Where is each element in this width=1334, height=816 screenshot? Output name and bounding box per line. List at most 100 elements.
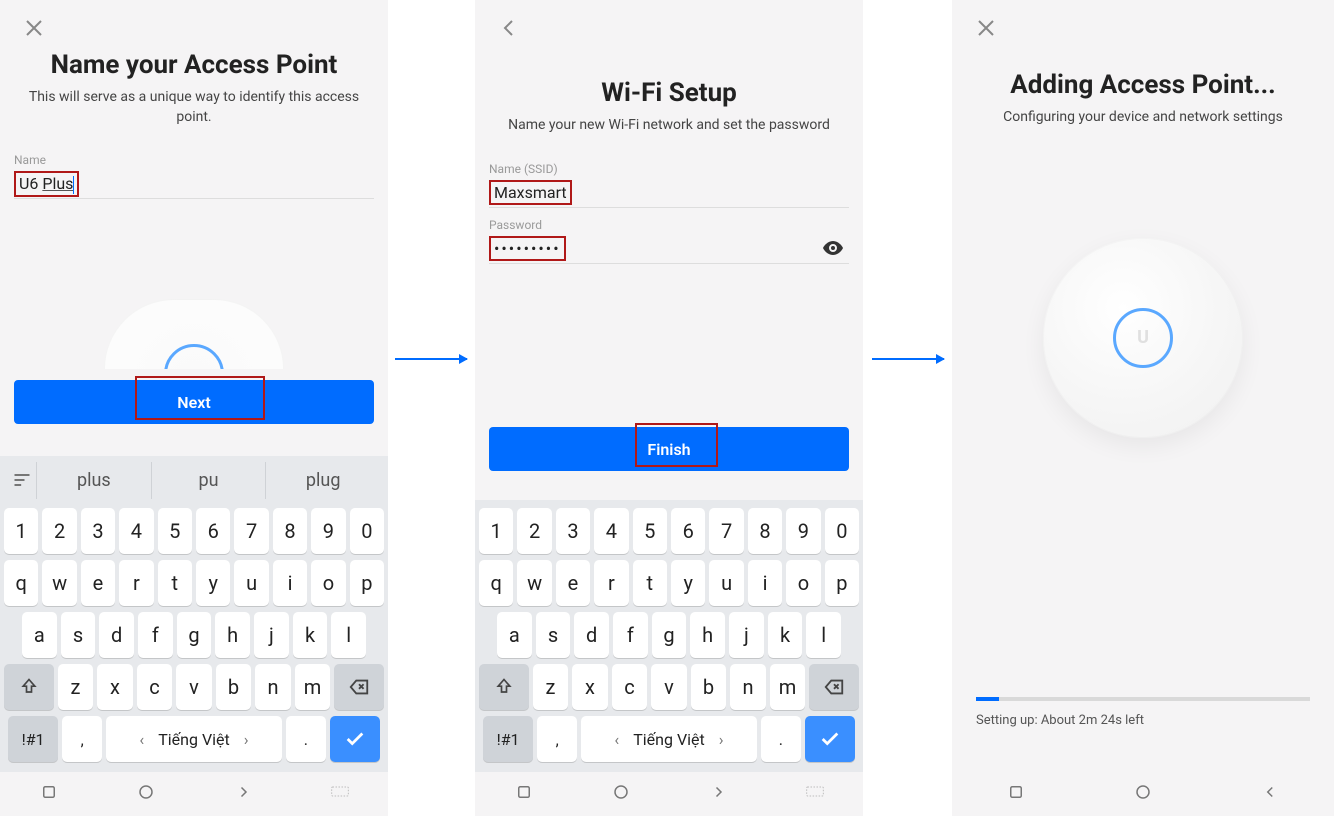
key-p[interactable]: p xyxy=(350,560,384,606)
key-5[interactable]: 5 xyxy=(158,508,192,554)
key-w[interactable]: w xyxy=(42,560,76,606)
password-input[interactable]: ••••••••• xyxy=(489,234,849,264)
key-t[interactable]: t xyxy=(158,560,192,606)
key-n[interactable]: n xyxy=(730,664,766,710)
key-c[interactable]: c xyxy=(612,664,648,710)
period-key[interactable]: . xyxy=(286,716,326,762)
nav-keyboard-icon[interactable] xyxy=(331,785,349,804)
key-5[interactable]: 5 xyxy=(633,508,667,554)
key-x[interactable]: x xyxy=(572,664,608,710)
nav-back-icon[interactable] xyxy=(709,783,727,805)
nav-recent-icon[interactable] xyxy=(40,783,58,805)
key-w[interactable]: w xyxy=(517,560,551,606)
key-k[interactable]: k xyxy=(293,612,328,658)
key-t[interactable]: t xyxy=(633,560,667,606)
comma-key[interactable]: , xyxy=(537,716,577,762)
close-icon[interactable] xyxy=(22,16,46,40)
key-i[interactable]: i xyxy=(273,560,307,606)
name-input[interactable]: U6 Plus xyxy=(14,169,374,199)
nav-home-icon[interactable] xyxy=(612,783,630,805)
suggestion-1[interactable]: plus xyxy=(36,462,151,499)
key-9[interactable]: 9 xyxy=(786,508,820,554)
nav-home-icon[interactable] xyxy=(1134,783,1152,805)
backspace-key[interactable] xyxy=(334,664,384,710)
back-icon[interactable] xyxy=(497,16,521,40)
comma-key[interactable]: , xyxy=(62,716,102,762)
key-d[interactable]: d xyxy=(99,612,134,658)
key-2[interactable]: 2 xyxy=(517,508,551,554)
key-b[interactable]: b xyxy=(216,664,252,710)
space-key[interactable]: ‹ Tiếng Việt › xyxy=(581,716,757,762)
key-n[interactable]: n xyxy=(255,664,291,710)
key-1[interactable]: 1 xyxy=(4,508,38,554)
key-r[interactable]: r xyxy=(594,560,628,606)
key-e[interactable]: e xyxy=(81,560,115,606)
key-l[interactable]: l xyxy=(806,612,841,658)
key-6[interactable]: 6 xyxy=(671,508,705,554)
next-button[interactable]: Next xyxy=(14,380,374,424)
enter-key[interactable] xyxy=(330,716,380,762)
key-z[interactable]: z xyxy=(58,664,94,710)
key-3[interactable]: 3 xyxy=(556,508,590,554)
key-s[interactable]: s xyxy=(536,612,571,658)
key-f[interactable]: f xyxy=(613,612,648,658)
key-m[interactable]: m xyxy=(770,664,806,710)
shift-key[interactable] xyxy=(479,664,529,710)
symbols-key[interactable]: !#1 xyxy=(483,716,533,762)
key-h[interactable]: h xyxy=(690,612,725,658)
key-f[interactable]: f xyxy=(138,612,173,658)
key-s[interactable]: s xyxy=(61,612,96,658)
key-x[interactable]: x xyxy=(97,664,133,710)
key-c[interactable]: c xyxy=(137,664,173,710)
key-l[interactable]: l xyxy=(331,612,366,658)
suggestion-3[interactable]: plug xyxy=(265,462,380,499)
key-v[interactable]: v xyxy=(176,664,212,710)
key-9[interactable]: 9 xyxy=(311,508,345,554)
finish-button[interactable]: Finish xyxy=(489,427,849,471)
key-m[interactable]: m xyxy=(295,664,331,710)
key-y[interactable]: y xyxy=(671,560,705,606)
nav-home-icon[interactable] xyxy=(137,783,155,805)
suggestion-menu-icon[interactable] xyxy=(8,470,36,490)
key-o[interactable]: o xyxy=(786,560,820,606)
key-6[interactable]: 6 xyxy=(196,508,230,554)
key-j[interactable]: j xyxy=(254,612,289,658)
key-4[interactable]: 4 xyxy=(594,508,628,554)
key-e[interactable]: e xyxy=(556,560,590,606)
key-a[interactable]: a xyxy=(497,612,532,658)
suggestion-2[interactable]: pu xyxy=(151,462,266,499)
key-8[interactable]: 8 xyxy=(273,508,307,554)
key-d[interactable]: d xyxy=(574,612,609,658)
key-8[interactable]: 8 xyxy=(748,508,782,554)
key-7[interactable]: 7 xyxy=(709,508,743,554)
key-p[interactable]: p xyxy=(825,560,859,606)
key-1[interactable]: 1 xyxy=(479,508,513,554)
key-2[interactable]: 2 xyxy=(42,508,76,554)
key-j[interactable]: j xyxy=(729,612,764,658)
key-u[interactable]: u xyxy=(234,560,268,606)
key-0[interactable]: 0 xyxy=(350,508,384,554)
key-q[interactable]: q xyxy=(4,560,38,606)
enter-key[interactable] xyxy=(805,716,855,762)
eye-icon[interactable] xyxy=(821,236,845,260)
nav-recent-icon[interactable] xyxy=(515,783,533,805)
key-0[interactable]: 0 xyxy=(825,508,859,554)
key-z[interactable]: z xyxy=(533,664,569,710)
shift-key[interactable] xyxy=(4,664,54,710)
key-q[interactable]: q xyxy=(479,560,513,606)
nav-back-icon[interactable] xyxy=(1261,783,1279,805)
key-y[interactable]: y xyxy=(196,560,230,606)
key-7[interactable]: 7 xyxy=(234,508,268,554)
nav-keyboard-icon[interactable] xyxy=(806,785,824,804)
key-u[interactable]: u xyxy=(709,560,743,606)
key-v[interactable]: v xyxy=(651,664,687,710)
space-key[interactable]: ‹ Tiếng Việt › xyxy=(106,716,282,762)
close-icon[interactable] xyxy=(974,16,998,40)
key-g[interactable]: g xyxy=(652,612,687,658)
ssid-input[interactable]: Maxsmart xyxy=(489,178,849,208)
key-a[interactable]: a xyxy=(22,612,57,658)
key-4[interactable]: 4 xyxy=(119,508,153,554)
key-g[interactable]: g xyxy=(177,612,212,658)
key-o[interactable]: o xyxy=(311,560,345,606)
key-h[interactable]: h xyxy=(215,612,250,658)
